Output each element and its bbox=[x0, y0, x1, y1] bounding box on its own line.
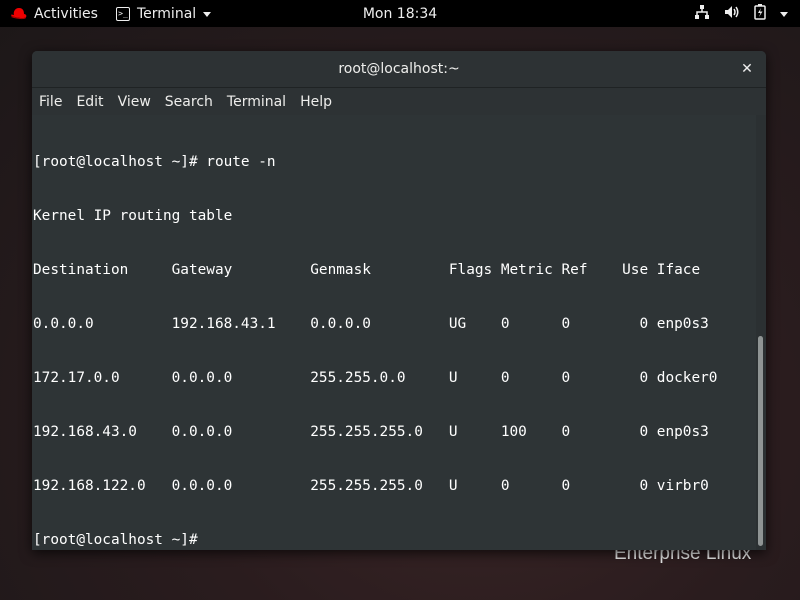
terminal-line: 0.0.0.0 192.168.43.1 0.0.0.0 UG 0 0 0 en… bbox=[33, 316, 709, 332]
chevron-down-icon bbox=[203, 12, 212, 17]
volume-icon bbox=[724, 4, 740, 24]
window-title: root@localhost:~ bbox=[338, 61, 460, 77]
terminal-line: 192.168.122.0 0.0.0.0 255.255.255.0 U 0 … bbox=[33, 478, 709, 494]
close-icon: ✕ bbox=[741, 61, 753, 77]
activities-label: Activities bbox=[34, 5, 98, 22]
app-menu-label: Terminal bbox=[137, 5, 197, 22]
redhat-icon bbox=[10, 7, 28, 21]
terminal-text: [root@localhost ~]# route -n Kernel IP r… bbox=[33, 117, 717, 550]
top-bar: Activities >_ Terminal Mon 18:34 bbox=[0, 0, 800, 27]
terminal-output[interactable]: [root@localhost ~]# route -n Kernel IP r… bbox=[32, 115, 766, 550]
terminal-line: 192.168.43.0 0.0.0.0 255.255.255.0 U 100… bbox=[33, 424, 709, 440]
menu-view[interactable]: View bbox=[111, 88, 158, 115]
system-menu-chevron-icon bbox=[780, 12, 788, 17]
terminal-prompt: [root@localhost ~]# bbox=[33, 532, 207, 548]
close-button[interactable]: ✕ bbox=[738, 60, 756, 78]
menu-file[interactable]: File bbox=[32, 88, 69, 115]
window-titlebar[interactable]: root@localhost:~ ✕ bbox=[32, 51, 766, 88]
terminal-line: [root@localhost ~]# route -n bbox=[33, 154, 276, 170]
activities-button[interactable]: Activities bbox=[10, 0, 98, 27]
terminal-line: Destination Gateway Genmask Flags Metric… bbox=[33, 262, 701, 278]
terminal-line: Kernel IP routing table bbox=[33, 208, 233, 224]
menu-bar: File Edit View Search Terminal Help bbox=[32, 88, 766, 115]
terminal-window[interactable]: root@localhost:~ ✕ File Edit View Search… bbox=[32, 51, 766, 550]
menu-search[interactable]: Search bbox=[158, 88, 220, 115]
menu-terminal[interactable]: Terminal bbox=[220, 88, 293, 115]
terminal-icon: >_ bbox=[116, 6, 130, 21]
terminal-line: 172.17.0.0 0.0.0.0 255.255.0.0 U 0 0 0 d… bbox=[33, 370, 718, 386]
network-icon bbox=[694, 4, 710, 24]
scrollbar-thumb[interactable] bbox=[758, 336, 763, 546]
menu-edit[interactable]: Edit bbox=[69, 88, 110, 115]
app-menu-button[interactable]: >_ Terminal bbox=[116, 0, 212, 27]
menu-help[interactable]: Help bbox=[293, 88, 339, 115]
system-tray[interactable] bbox=[694, 0, 788, 27]
clock-button[interactable]: Mon 18:34 bbox=[363, 6, 437, 22]
terminal-scrollbar[interactable] bbox=[756, 115, 766, 550]
battery-icon bbox=[754, 3, 766, 24]
